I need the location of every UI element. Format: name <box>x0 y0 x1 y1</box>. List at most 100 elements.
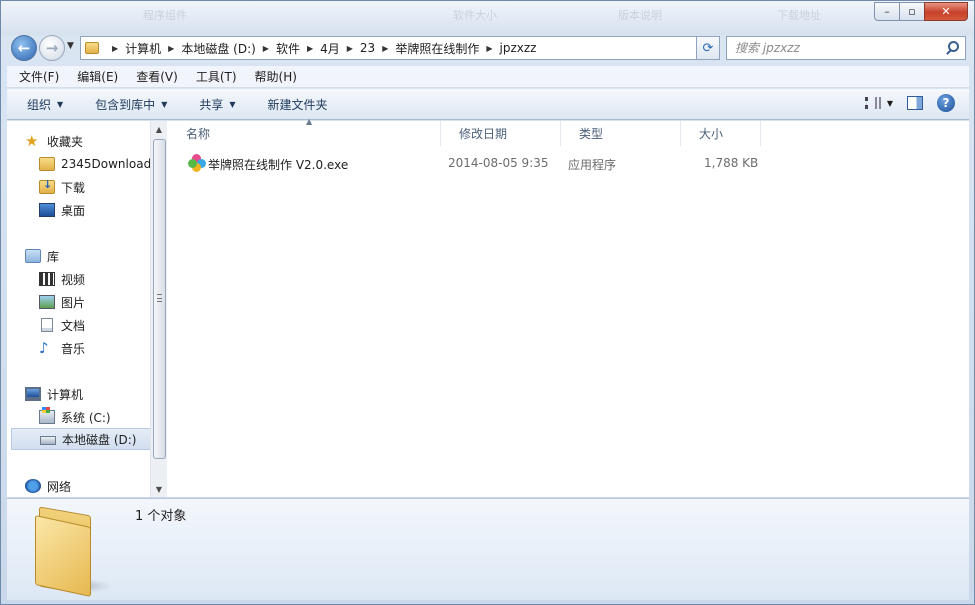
share-label: 共享 <box>199 97 224 112</box>
chevron-right-icon[interactable]: ▶ <box>112 44 118 53</box>
sort-ascending-icon: ▲ <box>306 117 313 126</box>
details-pane: 1 个对象 <box>7 498 969 600</box>
column-header-type[interactable]: 类型 <box>561 121 681 146</box>
recent-pages-dropdown[interactable]: ▼ <box>67 41 74 51</box>
file-row[interactable]: 举牌照在线制作 V2.0.exe 2014-08-05 9:35 应用程序 1,… <box>178 152 768 174</box>
include-in-library-button[interactable]: 包含到库中 ▼ <box>75 96 179 113</box>
command-bar-right: ▼ ? <box>864 94 955 112</box>
chevron-right-icon[interactable]: ▶ <box>347 44 353 53</box>
search-box[interactable] <box>726 36 966 60</box>
column-size-label: 大小 <box>699 127 724 141</box>
menu-edit[interactable]: 编辑(E) <box>65 68 124 85</box>
breadcrumb-software[interactable]: 软件 <box>276 40 300 57</box>
folder-icon <box>85 42 99 54</box>
star-icon: ★ <box>25 132 39 150</box>
organize-button[interactable]: 组织 ▼ <box>7 96 75 113</box>
tree-libraries-label: 库 <box>47 249 60 264</box>
explorer-window: 程序组件 软件大小 版本说明 下载地址 – ▫ ✕ ← → ▼ ▶ 计算机 ▶ … <box>0 0 975 605</box>
scroll-down-arrow-icon[interactable]: ▼ <box>151 481 167 497</box>
tree-item-label: 文档 <box>61 318 86 333</box>
menu-help[interactable]: 帮助(H) <box>243 68 303 85</box>
chevron-down-icon: ▼ <box>229 99 236 109</box>
navigation-bar: ← → ▼ ▶ 计算机 ▶ 本地磁盘 (D:) ▶ 软件 ▶ 4月 ▶ 23 ▶… <box>7 35 967 61</box>
ghost-title: 版本说明 <box>618 9 662 22</box>
menu-view[interactable]: 查看(V) <box>124 68 184 85</box>
network-icon <box>25 479 41 493</box>
breadcrumb-april[interactable]: 4月 <box>320 40 340 57</box>
chevron-right-icon[interactable]: ▶ <box>486 44 492 53</box>
forward-button[interactable]: → <box>39 35 65 61</box>
breadcrumb-drive-d[interactable]: 本地磁盘 (D:) <box>181 40 255 57</box>
tree-libraries[interactable]: 库 <box>25 245 155 267</box>
column-header-size[interactable]: 大小 <box>681 121 761 146</box>
tree-item-label: 2345Downloads <box>61 157 158 171</box>
file-size: 1,788 KB <box>704 156 759 170</box>
navigation-scrollbar[interactable]: ▲ ▼ <box>150 121 167 497</box>
close-button[interactable]: ✕ <box>924 2 968 21</box>
video-icon <box>39 272 55 286</box>
breadcrumb-current[interactable]: jpzxzz <box>500 41 537 55</box>
content-area: ★ 收藏夹 2345Downloads 下载 桌面 库 视频 <box>7 117 969 497</box>
title-bar[interactable]: 程序组件 软件大小 版本说明 下载地址 – ▫ ✕ <box>1 1 974 35</box>
column-type-label: 类型 <box>579 127 604 141</box>
back-button[interactable]: ← <box>11 35 37 61</box>
column-header-modified[interactable]: 修改日期 <box>441 121 561 146</box>
tree-item-label: 视频 <box>61 272 86 287</box>
address-bar[interactable]: ▶ 计算机 ▶ 本地磁盘 (D:) ▶ 软件 ▶ 4月 ▶ 23 ▶ 举牌照在线… <box>80 36 718 60</box>
document-icon <box>41 318 53 332</box>
chevron-down-icon[interactable]: ▼ <box>887 99 893 108</box>
command-bar: 组织 ▼ 包含到库中 ▼ 共享 ▼ 新建文件夹 ▼ ? <box>7 89 969 120</box>
chevron-right-icon[interactable]: ▶ <box>263 44 269 53</box>
maximize-button[interactable]: ▫ <box>899 2 925 21</box>
hard-drive-icon <box>40 436 56 445</box>
search-icon[interactable] <box>948 41 959 52</box>
chevron-right-icon[interactable]: ▶ <box>168 44 174 53</box>
refresh-button[interactable]: ⟳ <box>696 36 720 60</box>
chevron-right-icon[interactable]: ▶ <box>382 44 388 53</box>
folder-icon <box>33 505 113 597</box>
scroll-up-arrow-icon[interactable]: ▲ <box>151 121 167 137</box>
computer-icon <box>25 387 41 401</box>
tree-item-drive-d[interactable]: 本地磁盘 (D:) <box>11 428 151 450</box>
window-controls: – ▫ ✕ <box>874 2 968 21</box>
ghost-title: 软件大小 <box>453 9 497 22</box>
preview-pane-icon[interactable] <box>907 96 923 110</box>
new-folder-button[interactable]: 新建文件夹 <box>248 96 340 113</box>
column-header-name[interactable]: 名称 ▲ <box>168 117 441 146</box>
chevron-right-icon[interactable]: ▶ <box>307 44 313 53</box>
share-button[interactable]: 共享 ▼ <box>179 96 247 113</box>
ghost-title: 程序组件 <box>143 9 187 22</box>
navigation-pane: ★ 收藏夹 2345Downloads 下载 桌面 库 视频 <box>7 121 167 497</box>
tree-computer[interactable]: 计算机 <box>25 383 155 405</box>
minimize-button[interactable]: – <box>874 2 900 21</box>
tree-network[interactable]: 网络 <box>25 475 155 497</box>
tree-item-label: 桌面 <box>61 203 86 218</box>
scroll-thumb[interactable] <box>153 139 166 459</box>
view-options-icon[interactable] <box>864 97 881 109</box>
breadcrumb-computer[interactable]: 计算机 <box>125 40 161 57</box>
download-folder-icon <box>39 178 55 194</box>
chevron-down-icon: ▼ <box>57 99 64 109</box>
tree-computer-label: 计算机 <box>47 387 84 402</box>
menu-tools[interactable]: 工具(T) <box>184 68 243 85</box>
object-count: 1 个对象 <box>135 509 187 524</box>
library-icon <box>25 249 41 263</box>
tree-item-label: 系统 (C:) <box>61 410 111 425</box>
picture-icon <box>39 295 55 309</box>
breadcrumb-app-folder[interactable]: 举牌照在线制作 <box>395 40 479 57</box>
chevron-down-icon: ▼ <box>161 99 168 109</box>
menu-file[interactable]: 文件(F) <box>7 68 65 85</box>
tree-item-label: 音乐 <box>61 341 86 356</box>
file-name: 举牌照在线制作 V2.0.exe <box>208 158 349 172</box>
breadcrumb-23[interactable]: 23 <box>360 41 375 55</box>
tree-favorites-label: 收藏夹 <box>47 134 84 149</box>
menu-bar: 文件(F) 编辑(E) 查看(V) 工具(T) 帮助(H) <box>7 66 969 88</box>
ghost-title: 下载地址 <box>777 9 821 22</box>
help-icon[interactable]: ? <box>937 94 955 112</box>
app-clover-icon <box>188 154 206 172</box>
tree-favorites[interactable]: ★ 收藏夹 <box>25 130 155 152</box>
search-input[interactable] <box>735 41 935 55</box>
tree-item-label: 图片 <box>61 295 86 310</box>
file-modified: 2014-08-05 9:35 <box>448 156 549 170</box>
folder-icon <box>39 157 55 171</box>
